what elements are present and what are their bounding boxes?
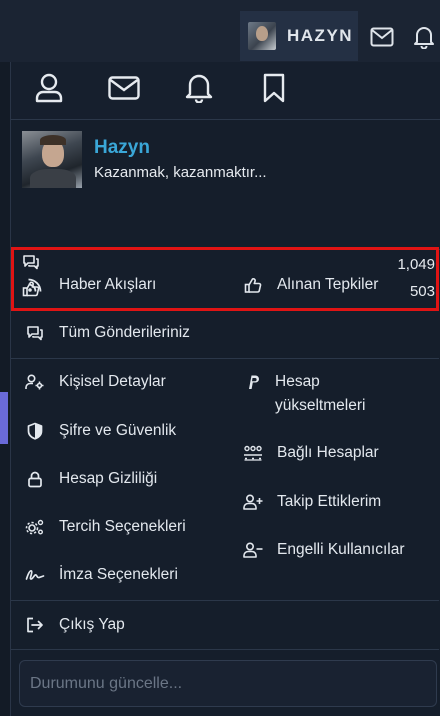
reactions-count: 503 [409,282,435,300]
comments-icon [25,321,45,345]
tab-conversations[interactable] [86,62,161,120]
menu-password-security-label: Şifre ve Güvenlik [59,422,177,439]
menu-following[interactable]: Takip Ettiklerim [243,490,381,514]
menu-account-details[interactable]: Kişisel Detaylar [25,370,166,394]
messages-stat: 1,049 [22,253,436,275]
profile-tagline: Kazanmak, kazanmaktır... [94,164,267,181]
menu-signature[interactable]: İmza Seçenekleri [25,563,178,587]
cogs-icon [25,515,45,539]
menu-reactions-received-label: Alınan Tepkiler [277,276,379,293]
menu-your-posts[interactable]: Tüm Gönderileriniz [25,321,190,345]
profile-summary: Hazyn Kazanmak, kazanmaktır... 1,049 503 [11,120,440,311]
menu-divider [11,649,439,650]
menu-privacy-label: Hesap Gizliliği [59,470,158,487]
menu-privacy[interactable]: Hesap Gizliliği [25,467,157,491]
menu-following-label: Takip Ettiklerim [277,493,382,510]
account-dropdown-panel: Hazyn Kazanmak, kazanmaktır... 1,049 503… [10,62,440,716]
page-accent-bar [0,392,8,444]
profile-name[interactable]: Hazyn [94,137,150,159]
menu-upgrade[interactable]: Hesap yükseltmeleri [243,370,366,418]
status-update-input[interactable] [30,674,426,693]
avatar [248,22,276,50]
page-background-strip [0,62,10,716]
lock-icon [25,467,45,491]
paypal-icon [243,370,263,394]
profile-icon [35,73,63,108]
user-plus-icon [243,490,263,514]
username-label: HAZYN [287,26,354,45]
user-account-button[interactable]: HAZYN [240,11,358,61]
mail-icon [107,76,140,105]
avatar[interactable] [22,131,82,188]
menu-ignoring-label: Engelli Kullanıcılar [277,541,405,558]
menu-ignoring[interactable]: Engelli Kullanıcılar [243,538,405,562]
mail-icon[interactable] [369,24,395,50]
shield-icon [25,419,45,443]
status-update-box [19,660,437,707]
user-cog-icon [25,370,45,394]
menu-reactions-received[interactable]: Alınan Tepkiler [243,273,378,297]
menu-upgrade-label: Hesap yükseltmeleri [275,373,366,414]
messages-icon [22,254,40,275]
top-navigation-bar: HAZYN [0,0,440,62]
menu-logout[interactable]: Çıkış Yap [25,613,125,637]
sign-out-icon [25,613,45,637]
bell-icon[interactable] [411,24,437,50]
menu-connected-accounts[interactable]: Bağlı Hesaplar [243,441,379,465]
menu-signature-label: İmza Seçenekleri [59,566,178,583]
menu-password-security[interactable]: Şifre ve Güvenlik [25,419,176,443]
tab-alerts[interactable] [161,62,236,120]
messages-count: 1,049 [397,255,435,273]
menu-divider [11,358,439,359]
menu-news-feed-label: Haber Akışları [59,276,157,293]
menu-logout-label: Çıkış Yap [59,616,125,633]
user-minus-icon [243,538,263,562]
tab-profile[interactable] [11,62,86,120]
menu-divider [11,600,439,601]
menu-news-feed[interactable]: Haber Akışları [25,273,156,297]
thumbs-up-icon [243,273,263,297]
menu-preferences-label: Tercih Seçenekleri [59,518,186,535]
tab-bookmarks[interactable] [236,62,311,120]
menu-connected-accounts-label: Bağlı Hesaplar [277,444,379,461]
signature-icon [25,563,45,587]
menu-preferences[interactable]: Tercih Seçenekleri [25,515,186,539]
menu-account-details-label: Kişisel Detaylar [59,373,166,390]
rss-icon [25,273,45,297]
users-icon [243,441,263,465]
account-tabs [11,62,440,120]
bell-icon [185,73,213,108]
bookmark-icon [263,73,285,108]
menu-your-posts-label: Tüm Gönderileriniz [59,324,190,341]
